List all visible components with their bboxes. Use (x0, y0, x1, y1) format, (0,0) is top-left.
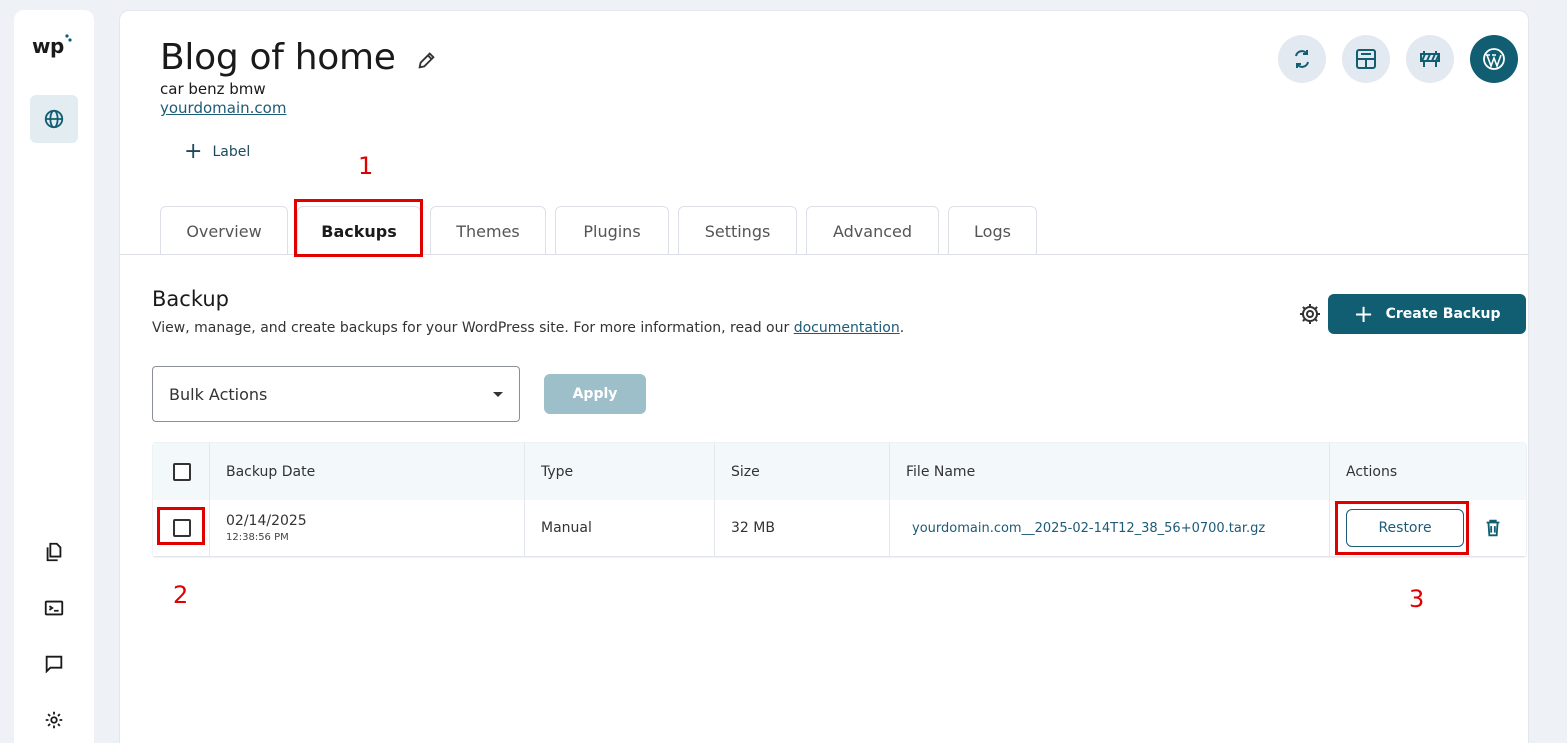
annotation-number-1: 1 (358, 152, 374, 180)
backup-size: 32 MB (715, 500, 890, 556)
gear-icon (45, 711, 63, 729)
sidebar-terminal-button[interactable] (30, 584, 78, 632)
sidebar: wp (14, 10, 94, 743)
trash-icon[interactable] (1482, 517, 1504, 539)
annotation-number-2: 2 (173, 581, 189, 609)
sidebar-sites-button[interactable] (30, 95, 78, 143)
add-label-text: Label (212, 144, 251, 160)
table-header-row: Backup Date Type Size File Name Actions (153, 443, 1526, 500)
site-title: Blog of home (160, 37, 396, 78)
add-label-button[interactable]: + Label (184, 139, 251, 164)
layout-button[interactable] (1342, 35, 1390, 83)
tab-advanced[interactable]: Advanced (806, 206, 939, 255)
backup-file-name[interactable]: yourdomain.com__2025-02-14T12_38_56+0700… (906, 521, 1265, 536)
annotation-box-2 (157, 507, 205, 545)
tab-plugins[interactable]: Plugins (555, 206, 669, 255)
backups-table: Backup Date Type Size File Name Actions … (152, 442, 1527, 558)
wordpress-icon (1483, 48, 1505, 70)
create-backup-button[interactable]: + Create Backup (1328, 294, 1526, 334)
header-backup-date: Backup Date (210, 443, 525, 500)
site-subtitle: car benz bmw (160, 80, 266, 98)
site-url-link[interactable]: yourdomain.com (160, 99, 286, 117)
plus-icon: + (1353, 300, 1374, 328)
maintenance-button[interactable] (1406, 35, 1454, 83)
globe-icon (44, 109, 64, 129)
annotation-box-3 (1335, 501, 1469, 555)
chat-icon (45, 655, 63, 674)
bulk-actions-select[interactable]: Bulk Actions (152, 366, 520, 422)
main-panel: Blog of home car benz bmw yourdomain.com… (119, 10, 1529, 743)
sidebar-copy-button[interactable] (30, 528, 78, 576)
copy-icon (46, 542, 62, 562)
caret-down-icon (493, 392, 503, 397)
logo-dots-icon (65, 34, 72, 42)
header-file-name: File Name (890, 443, 1330, 500)
pencil-icon[interactable] (416, 49, 438, 71)
table-row: 02/14/2025 12:38:56 PM Manual 32 MB your… (153, 500, 1526, 557)
plus-icon: + (184, 139, 203, 164)
wp-logo[interactable]: wp (32, 34, 72, 58)
backup-section-title: Backup (152, 287, 229, 311)
select-all-checkbox[interactable] (173, 462, 191, 481)
tab-themes[interactable]: Themes (430, 206, 546, 255)
apply-button[interactable]: Apply (544, 374, 646, 414)
header-actions: Actions (1346, 463, 1398, 480)
tab-overview[interactable]: Overview (160, 206, 288, 255)
terminal-icon (44, 600, 64, 616)
tab-settings[interactable]: Settings (678, 206, 797, 255)
backup-settings-icon[interactable] (1298, 302, 1322, 326)
backup-description: View, manage, and create backups for you… (152, 320, 905, 336)
barrier-icon (1420, 51, 1440, 67)
sync-button[interactable] (1278, 35, 1326, 83)
wordpress-button[interactable] (1470, 35, 1518, 83)
backup-time: 12:38:56 PM (226, 532, 289, 543)
sync-icon (1295, 50, 1309, 68)
documentation-link[interactable]: documentation (794, 320, 900, 336)
tab-logs[interactable]: Logs (948, 206, 1037, 255)
sidebar-settings-button[interactable] (30, 696, 78, 743)
header-type: Type (525, 443, 715, 500)
sidebar-chat-button[interactable] (30, 640, 78, 688)
tab-bar: Overview Backups Themes Plugins Settings… (160, 206, 1037, 255)
top-actions (1278, 35, 1518, 83)
annotation-number-3: 3 (1409, 585, 1425, 613)
backup-date: 02/14/2025 (226, 513, 307, 529)
backup-type: Manual (525, 500, 715, 556)
header-size: Size (715, 443, 890, 500)
annotation-box-1 (294, 199, 423, 257)
layout-icon (1356, 49, 1376, 69)
